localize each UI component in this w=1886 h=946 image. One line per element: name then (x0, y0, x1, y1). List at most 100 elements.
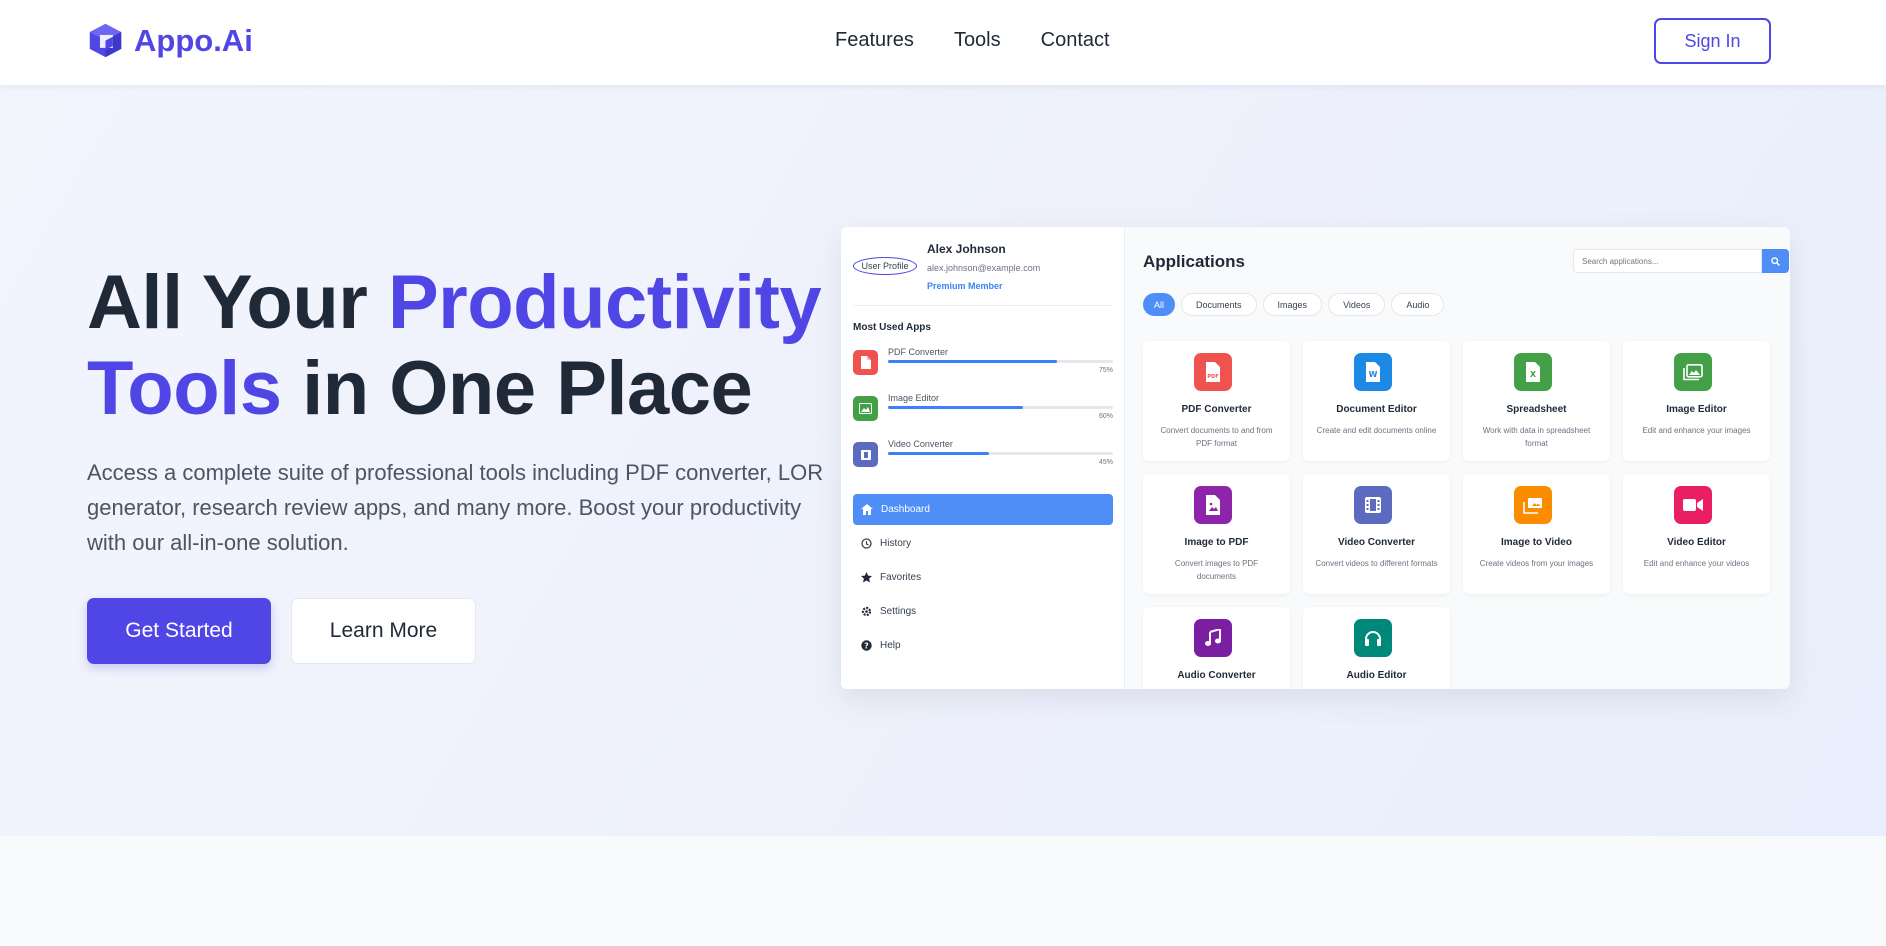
logo[interactable]: Appo.Ai (87, 22, 253, 59)
sidebar-item-history[interactable]: History (853, 528, 1113, 559)
hero-title-accent2: Tools (87, 346, 282, 431)
app-name: Image to PDF (1184, 537, 1249, 548)
most-used-item[interactable]: Image Editor 60% (853, 393, 1113, 427)
next-section (0, 836, 1886, 946)
most-used-name: PDF Converter (888, 347, 949, 357)
usage-progress (888, 360, 1113, 363)
pdf-file-icon: PDF (1194, 353, 1232, 391)
photo-video-icon (1514, 486, 1552, 524)
app-description: Convert images to PDF documents (1174, 559, 1259, 581)
app-card-image-to-pdf[interactable]: Image to PDF Convert images to PDF docum… (1143, 474, 1290, 594)
help-icon: ? (861, 640, 872, 651)
get-started-button[interactable]: Get Started (87, 598, 271, 664)
most-used-name: Image Editor (888, 393, 940, 403)
usage-progress (888, 406, 1113, 409)
brand-name: Appo.Ai (134, 22, 253, 58)
hero-description: Access a complete suite of professional … (87, 460, 824, 555)
svg-text:?: ? (864, 641, 869, 650)
app-name: PDF Converter (1181, 404, 1252, 415)
cube-logo-icon (89, 23, 122, 58)
hero-title: All Your Productivity Tools in One Place (87, 260, 847, 432)
video-camera-icon (1674, 486, 1712, 524)
app-name: Document Editor (1336, 404, 1417, 415)
most-used-item[interactable]: PDF Converter 75% (853, 347, 1113, 381)
most-used-title: Most Used Apps (853, 322, 931, 333)
avatar: User Profile (853, 257, 917, 275)
sidebar-item-label: Settings (880, 606, 917, 617)
word-file-icon: W (1354, 353, 1392, 391)
app-name: Image Editor (1666, 404, 1727, 415)
music-icon (1194, 619, 1232, 657)
most-used-name: Video Converter (888, 439, 953, 449)
nav-links: Features Tools Contact (835, 29, 1110, 52)
app-card-spreadsheet[interactable]: X Spreadsheet Work with data in spreadsh… (1463, 341, 1610, 461)
history-icon (861, 538, 872, 549)
film-icon (853, 442, 878, 467)
filter-audio[interactable]: Audio (1391, 293, 1445, 316)
sidebar-item-label: Dashboard (881, 504, 930, 515)
filter-images[interactable]: Images (1262, 293, 1323, 316)
pdf-icon (853, 350, 878, 375)
app-name: Video Converter (1337, 537, 1416, 548)
app-name: Video Editor (1667, 537, 1726, 548)
usage-percent: 60% (1098, 413, 1113, 420)
usage-percent: 45% (1098, 459, 1113, 466)
search-input[interactable] (1573, 249, 1762, 273)
sidebar-item-settings[interactable]: Settings (853, 596, 1113, 627)
svg-text:W: W (1369, 370, 1378, 379)
app-card-document-editor[interactable]: W Document Editor Create and edit docume… (1303, 341, 1450, 461)
filter-videos[interactable]: Videos (1328, 293, 1386, 316)
mockup-main: Applications All Documents Images Videos… (1126, 227, 1790, 689)
film-icon (1354, 486, 1392, 524)
most-used-item[interactable]: Video Converter 45% (853, 439, 1113, 473)
sidebar-item-help[interactable]: ? Help (853, 630, 1113, 661)
nav-link-features[interactable]: Features (835, 29, 914, 52)
excel-file-icon: X (1514, 353, 1552, 391)
star-icon (861, 572, 872, 583)
divider (853, 305, 1113, 306)
sign-in-button[interactable]: Sign In (1654, 18, 1771, 64)
applications-title: Applications (1143, 252, 1246, 271)
hero-title-accent1: Productivity (387, 260, 822, 345)
app-name: Audio Converter (1177, 670, 1256, 681)
images-icon (1674, 353, 1712, 391)
hero-title-part1: All Your (87, 260, 388, 345)
app-card-audio-converter[interactable]: Audio Converter (1143, 607, 1290, 689)
search-button[interactable] (1762, 249, 1789, 273)
app-name: Image to Video (1501, 537, 1572, 548)
usage-progress-fill (888, 452, 990, 455)
sidebar-item-label: Favorites (880, 572, 922, 583)
mockup-sidebar: User Profile Alex Johnson alex.johnson@e… (841, 227, 1125, 689)
app-card-pdf-converter[interactable]: PDF PDF Converter Convert documents to a… (1143, 341, 1290, 461)
nav-link-contact[interactable]: Contact (1041, 29, 1110, 52)
learn-more-button[interactable]: Learn More (291, 598, 476, 664)
app-card-video-converter[interactable]: Video Converter Convert videos to differ… (1303, 474, 1450, 594)
sidebar-item-dashboard[interactable]: Dashboard (853, 494, 1113, 525)
app-description: Create videos from your images (1479, 559, 1594, 568)
app-description: Edit and enhance your videos (1643, 559, 1750, 568)
hero-title-part2: in One Place (281, 346, 753, 431)
hero-section: All Your Productivity Tools in One Place … (0, 85, 1886, 836)
navbar: Appo.Ai Features Tools Contact Sign In (0, 0, 1886, 85)
profile-email: alex.johnson@example.com (927, 263, 1041, 273)
svg-text:X: X (1530, 370, 1537, 379)
sidebar-item-label: History (880, 538, 912, 549)
app-description: Convert documents to and from PDF format (1160, 426, 1273, 448)
app-card-video-editor[interactable]: Video Editor Edit and enhance your video… (1623, 474, 1770, 594)
filter-all[interactable]: All (1143, 293, 1176, 316)
app-name: Audio Editor (1346, 670, 1407, 681)
app-card-audio-editor[interactable]: Audio Editor (1303, 607, 1450, 689)
app-name: Spreadsheet (1506, 404, 1567, 415)
usage-progress (888, 452, 1113, 455)
svg-text:PDF: PDF (1207, 374, 1218, 380)
app-card-image-editor[interactable]: Image Editor Edit and enhance your image… (1623, 341, 1770, 461)
filter-chips: All Documents Images Videos Audio (1143, 293, 1445, 316)
search-icon (1771, 256, 1780, 266)
app-card-image-to-video[interactable]: Image to Video Create videos from your i… (1463, 474, 1610, 594)
nav-link-tools[interactable]: Tools (954, 29, 1001, 52)
headphones-icon (1354, 619, 1392, 657)
filter-documents[interactable]: Documents (1181, 293, 1257, 316)
membership-badge: Premium Member (927, 281, 1003, 291)
image-file-icon (1194, 486, 1232, 524)
sidebar-item-favorites[interactable]: Favorites (853, 562, 1113, 593)
